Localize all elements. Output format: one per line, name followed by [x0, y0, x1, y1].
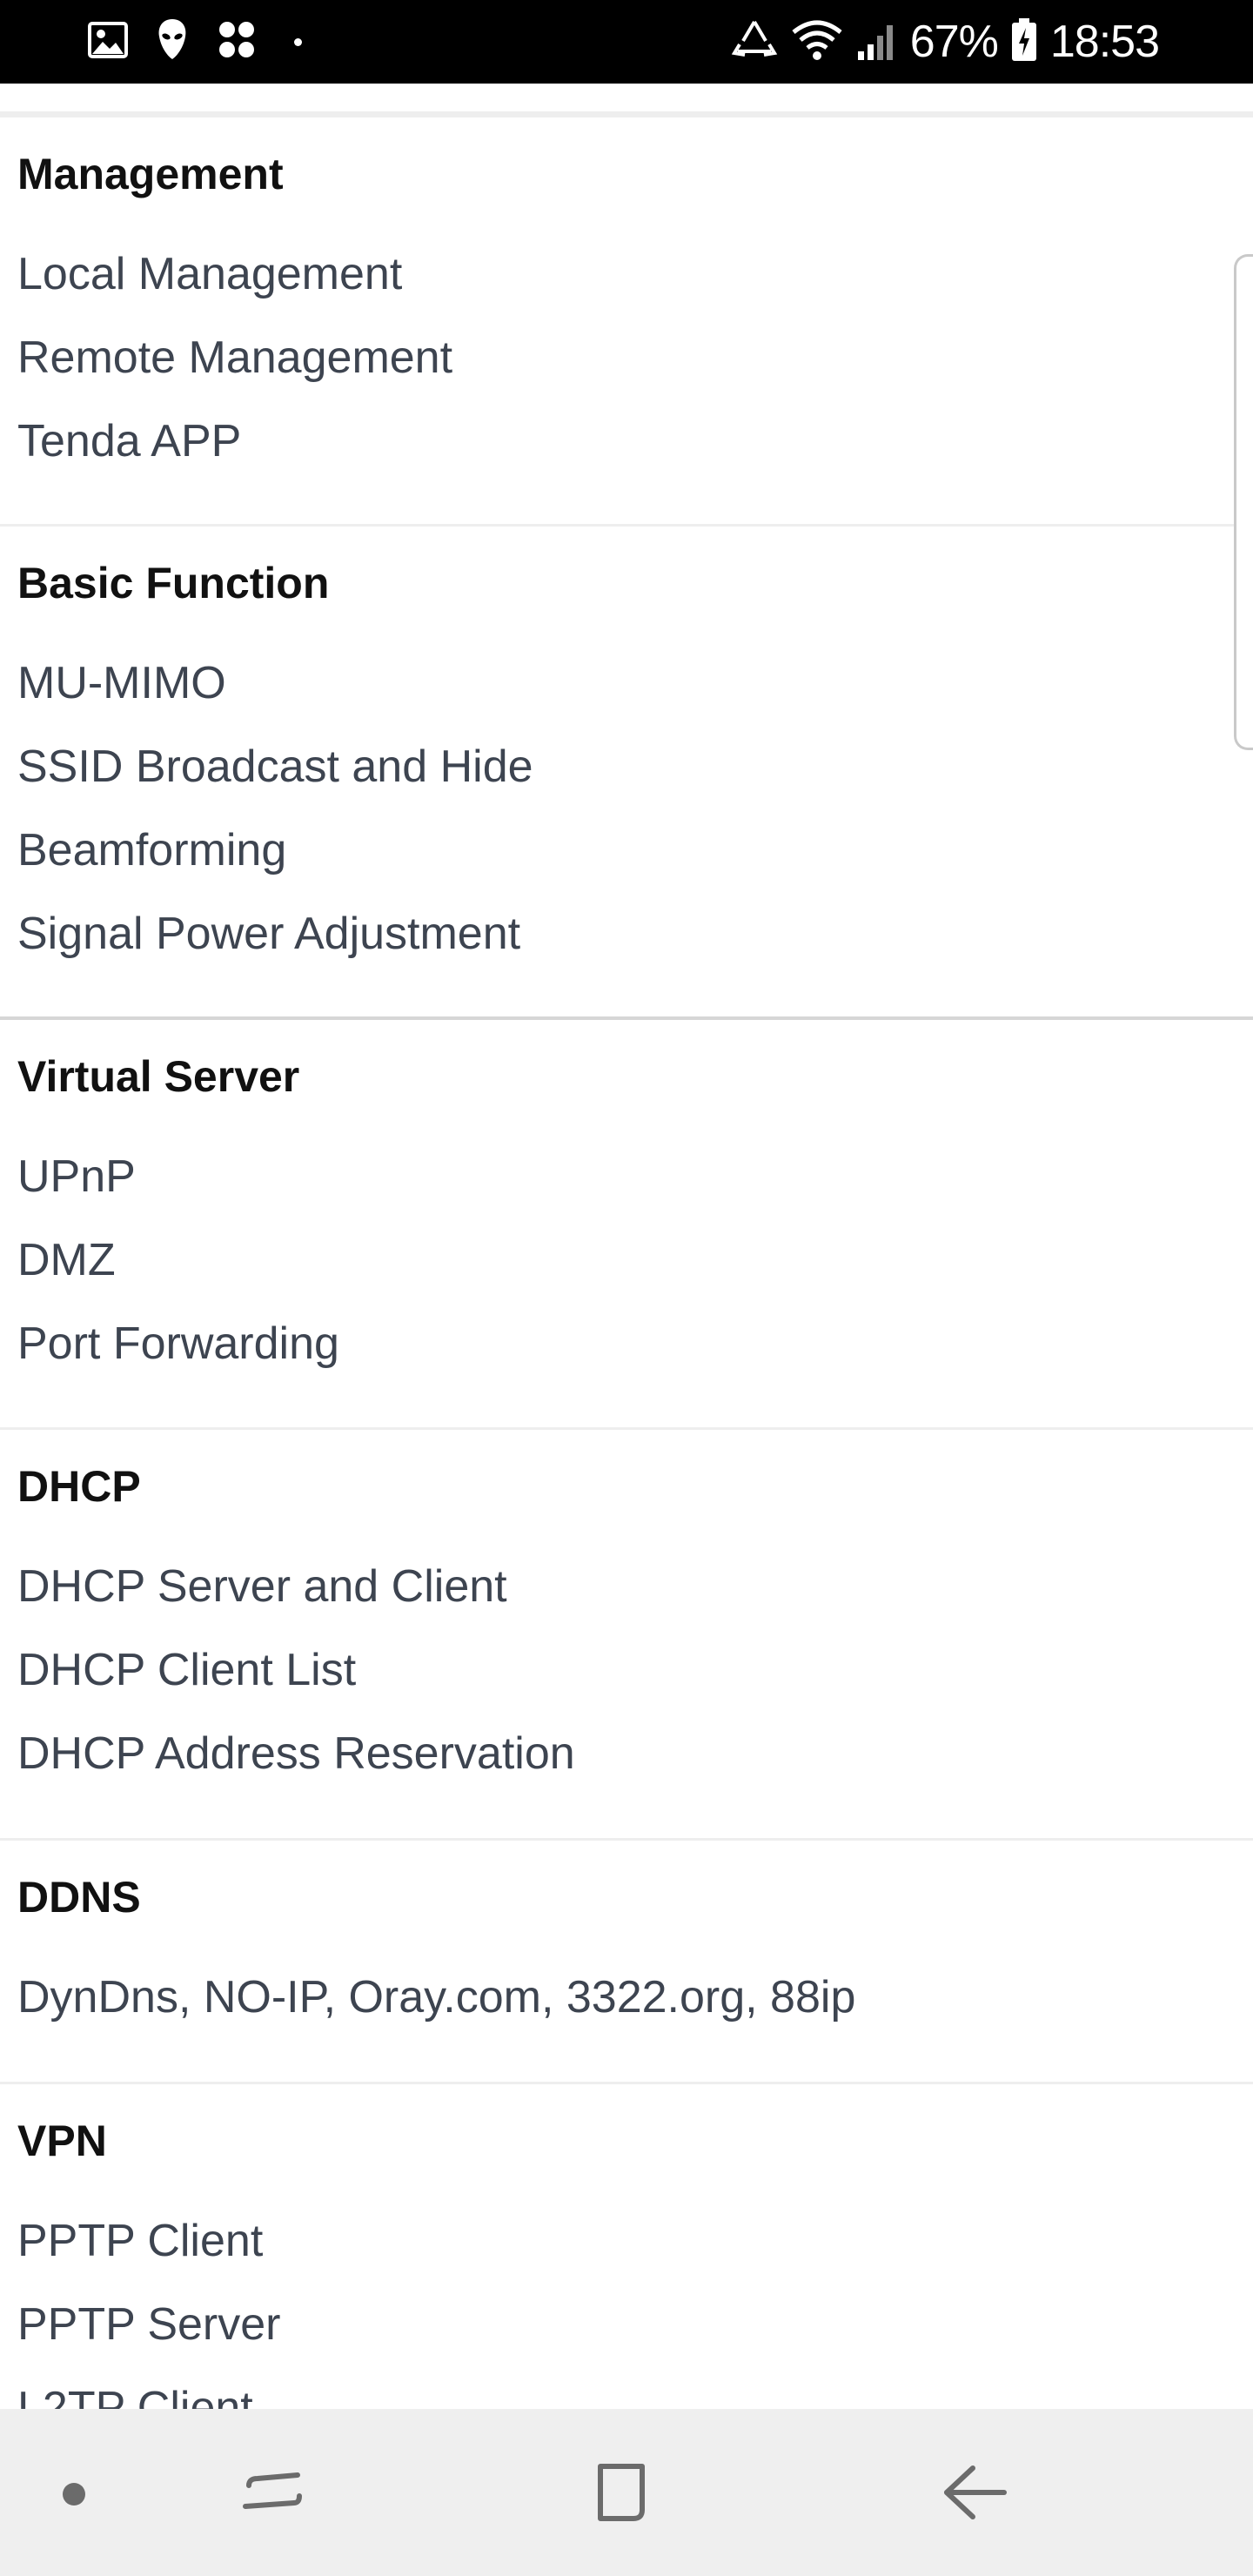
list-item: PPTP Client — [17, 2216, 264, 2266]
recycle-sync-icon — [731, 18, 778, 66]
list-item: Port Forwarding — [17, 1318, 339, 1369]
section-title: Management — [17, 150, 284, 198]
battery-icon — [1010, 17, 1038, 67]
signal-icon — [856, 18, 898, 66]
list-item: MU-MIMO — [17, 658, 226, 708]
section-vpn: VPN PPTP Client PPTP Server L2TP Client — [0, 2082, 1253, 2409]
section-ddns: DDNS DynDns, NO-IP, Oray.com, 3322.org, … — [0, 1838, 1253, 2082]
home-icon — [598, 2464, 645, 2521]
back-button[interactable] — [933, 2451, 1016, 2534]
feature-list: Management Local Management Remote Manag… — [0, 84, 1253, 2409]
section-title: Basic Function — [17, 559, 330, 607]
section-dhcp: DHCP DHCP Server and Client DHCP Client … — [0, 1427, 1253, 1838]
list-item: Remote Management — [17, 332, 453, 383]
image-icon — [87, 21, 129, 64]
list-item: Local Management — [17, 249, 403, 299]
section-title: DDNS — [17, 1873, 141, 1922]
recent-apps-button[interactable] — [230, 2451, 313, 2534]
dot-icon[interactable] — [63, 2483, 85, 2506]
scrollbar[interactable] — [1234, 254, 1253, 750]
list-item: SSID Broadcast and Hide — [17, 741, 533, 792]
section-title: DHCP — [17, 1462, 141, 1511]
list-item: DHCP Client List — [17, 1645, 357, 1695]
section-virtual-server: Virtual Server UPnP DMZ Port Forwarding — [0, 1016, 1253, 1427]
alien-icon — [155, 17, 190, 67]
list-item: L2TP Client — [17, 2383, 253, 2409]
list-item: Tenda APP — [17, 416, 242, 466]
status-bar-notifications — [87, 16, 302, 68]
status-bar: 67% 18:53 — [0, 0, 1253, 84]
list-item: DynDns, NO-IP, Oray.com, 3322.org, 88ip — [17, 1972, 856, 2023]
section-title: VPN — [17, 2116, 107, 2165]
list-item: UPnP — [17, 1151, 136, 1202]
status-bar-system: 67% 18:53 — [731, 12, 1160, 71]
clock: 18:53 — [1049, 17, 1160, 67]
pawprint-icon — [216, 18, 258, 66]
battery-percent: 67% — [909, 17, 999, 67]
list-item: Signal Power Adjustment — [17, 909, 521, 959]
wifi-icon — [790, 18, 844, 66]
section-basic-function: Basic Function MU-MIMO SSID Broadcast an… — [0, 524, 1253, 1016]
home-button[interactable] — [580, 2451, 663, 2534]
section-title: Virtual Server — [17, 1052, 300, 1101]
list-item: DMZ — [17, 1235, 116, 1285]
list-item: DHCP Server and Client — [17, 1561, 507, 1612]
list-item: Beamforming — [17, 825, 287, 875]
list-item: PPTP Server — [17, 2299, 281, 2350]
more-notifications-dot-icon — [294, 37, 302, 46]
list-item: DHCP Address Reservation — [17, 1728, 575, 1779]
back-icon — [944, 2465, 1007, 2519]
navigation-bar — [0, 2409, 1253, 2576]
section-management: Management Local Management Remote Manag… — [0, 115, 1253, 524]
recent-apps-icon — [243, 2472, 302, 2509]
